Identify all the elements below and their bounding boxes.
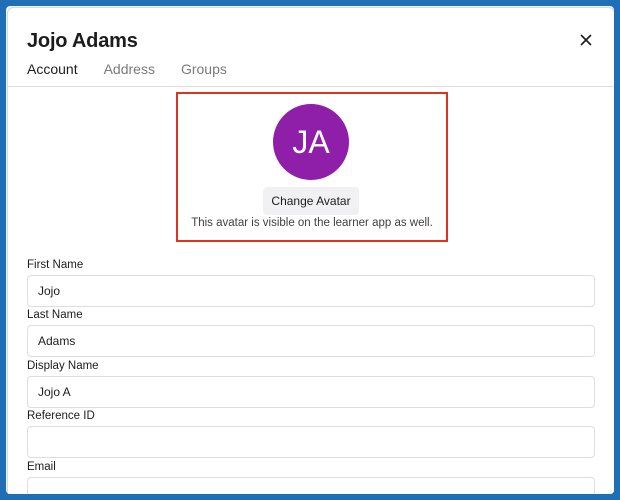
avatar: JA [273,104,349,180]
display-name-field[interactable] [27,376,595,408]
tab-address[interactable]: Address [104,61,155,77]
last-name-label: Last Name [27,309,83,321]
email-label: Email [27,461,56,473]
change-avatar-button[interactable]: Change Avatar [263,187,359,215]
display-name-label: Display Name [27,360,99,372]
modal-header: Jojo Adams Account Address Groups [8,8,614,87]
first-name-label: First Name [27,259,84,271]
avatar-section-highlight: JA Change Avatar This avatar is visible … [176,92,448,242]
tab-groups[interactable]: Groups [181,61,227,77]
email-field[interactable] [27,477,595,494]
close-button[interactable] [576,30,596,50]
last-name-field[interactable] [27,325,595,357]
reference-id-label: Reference ID [27,410,95,422]
close-icon [580,34,592,46]
avatar-note: This avatar is visible on the learner ap… [191,217,433,229]
modal-tabs: Account Address Groups [27,61,253,77]
edit-user-modal: Jojo Adams Account Address Groups JA Cha… [8,8,614,494]
reference-id-field[interactable] [27,426,595,458]
tab-account[interactable]: Account [27,61,78,77]
screenshot-frame: Jojo Adams Account Address Groups JA Cha… [0,0,620,500]
first-name-field[interactable] [27,275,595,307]
modal-title: Jojo Adams [27,30,138,52]
